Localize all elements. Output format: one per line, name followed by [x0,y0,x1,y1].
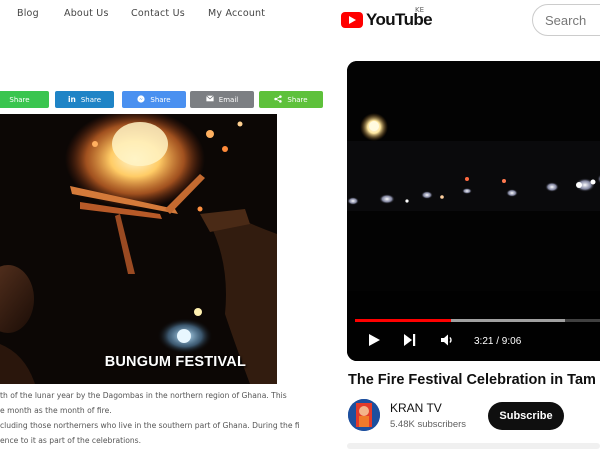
share-button-linkedin[interactable]: in Share [55,91,114,108]
player-top-bar [347,61,600,101]
article-line: th of the lunar year by the Dagombas in … [0,391,287,400]
subscribe-button[interactable]: Subscribe [488,402,564,430]
email-icon [205,95,214,104]
nav-link-contact-us[interactable]: Contact Us [131,8,185,19]
share-label: Share [150,95,171,104]
played-bar [355,319,451,322]
share-label: Share [287,95,308,104]
article-line: ence to it as part of the celebrations. [0,436,142,445]
share-button-sharethis[interactable]: Share [259,91,323,108]
nav-link-my-account[interactable]: My Account [208,8,265,19]
share-label: Share [9,95,30,104]
nav-link-blog[interactable]: Blog [17,8,39,19]
share-label: Email [218,95,239,104]
time-display: 3:21 / 9:06 [474,335,522,347]
channel-avatar-image [348,399,380,431]
player-controls: 3:21 / 9:06 [347,328,600,354]
video-frame [347,61,600,361]
share-label: Share [80,95,102,104]
play-button[interactable] [367,328,381,354]
article-body: th of the lunar year by the Dagombas in … [0,388,337,448]
play-icon [367,332,381,351]
share-button-email[interactable]: Email [190,91,254,108]
progress-bar[interactable] [355,319,600,322]
video-title[interactable]: The Fire Festival Celebration in Tam [348,372,596,388]
volume-icon [440,332,454,351]
subscriber-count: 5.48K subscribers [390,419,467,430]
fire-festival-illustration [0,114,277,384]
next-button[interactable] [403,328,417,354]
channel-name[interactable]: KRAN TV [390,401,442,415]
blog-page: Blog About Us Contact Us My Account Shar… [0,0,337,449]
next-icon [403,332,417,351]
article-line: cluding those northerners who live in th… [0,421,300,430]
video-player[interactable]: 3:21 / 9:06 [347,61,600,361]
volume-button[interactable] [440,328,454,354]
linkedin-icon: in [67,95,76,104]
search-input[interactable]: Search [532,4,600,36]
article-line: e month as the month of fire. [0,406,112,415]
description-box-edge [347,443,600,449]
hero-caption: BUNGUM FESTIVAL [104,354,246,370]
sharethis-icon [274,94,283,105]
youtube-panel: YouTube KE Search 3:21 / 9:06 The Fire F… [337,0,600,449]
channel-avatar[interactable] [348,399,380,431]
share-button-generic[interactable]: Share [0,91,49,108]
nav-link-about-us[interactable]: About Us [64,8,109,19]
share-button-messenger[interactable]: Share [122,91,186,108]
search-placeholder: Search [545,12,587,28]
festival-hero-image: BUNGUM FESTIVAL [0,114,277,384]
messenger-icon [137,94,145,105]
region-code: KE [415,6,425,14]
youtube-play-icon [341,12,363,28]
